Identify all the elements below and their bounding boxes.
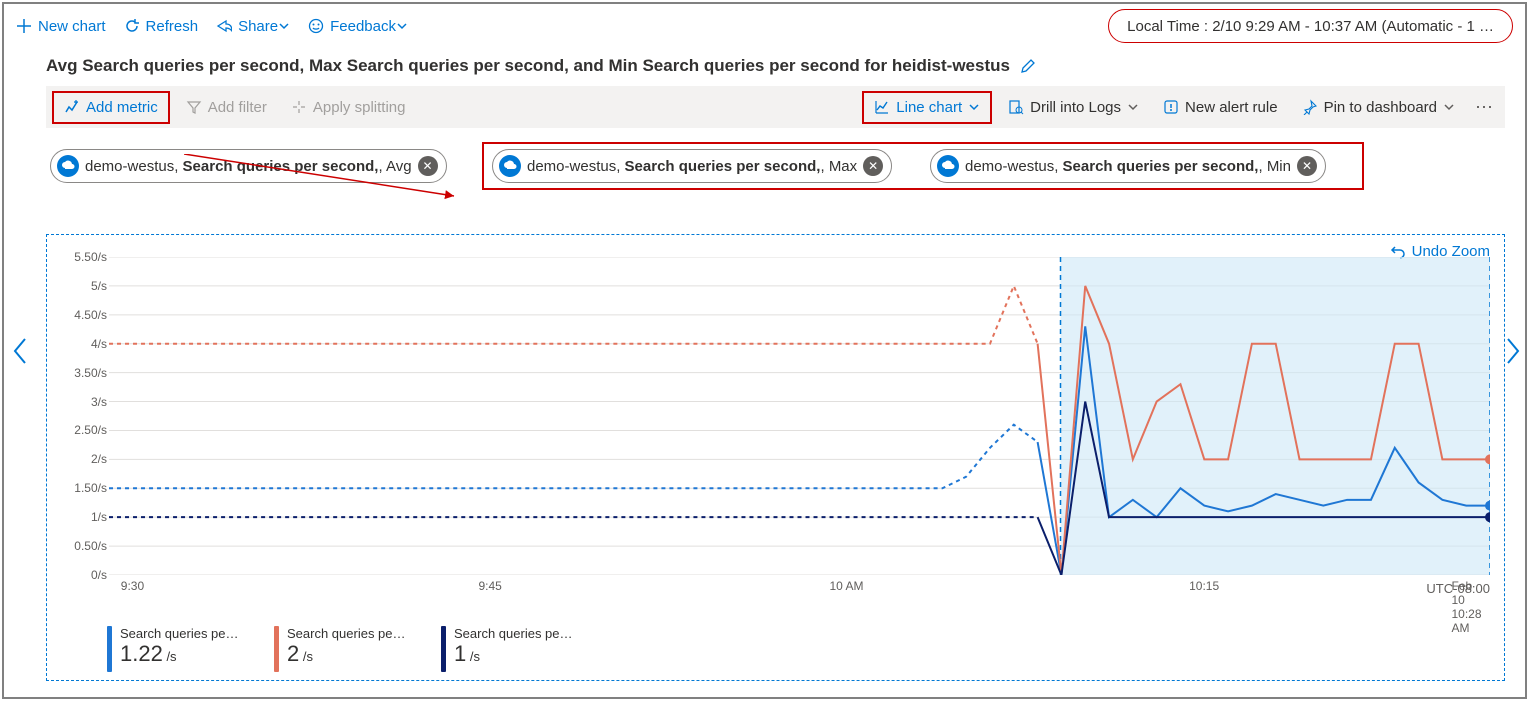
metric-pill-min[interactable]: demo-westus, Search queries per second,,…: [930, 149, 1326, 183]
new-chart-button[interactable]: New chart: [16, 18, 106, 35]
next-chart-button[interactable]: [1503, 337, 1521, 365]
refresh-label: Refresh: [146, 18, 199, 35]
legend-item[interactable]: Search queries per s...2 /s: [274, 626, 407, 672]
add-filter-label: Add filter: [208, 99, 267, 116]
legend-item[interactable]: Search queries per s...1.22 /s: [107, 626, 240, 672]
metric-pills-row: demo-westus, Search queries per second,,…: [46, 142, 1505, 190]
plot-area[interactable]: [109, 257, 1490, 575]
chevron-down-icon: [1443, 101, 1455, 113]
pin-label: Pin to dashboard: [1324, 99, 1437, 116]
refresh-icon: [124, 18, 140, 34]
y-axis-labels: 0/s0.50/s1/s1.50/s2/s2.50/s3/s3.50/s4/s4…: [59, 257, 109, 575]
resource-icon: [57, 155, 79, 177]
feedback-label: Feedback: [330, 18, 396, 35]
chart-legend: Search queries per s...1.22 /s Search que…: [107, 626, 574, 672]
pin-dashboard-button[interactable]: Pin to dashboard: [1292, 93, 1465, 122]
prev-chart-button[interactable]: [12, 337, 30, 365]
metrics-explorer-frame: New chart Refresh Share Feedback Local T…: [2, 2, 1527, 699]
time-range-pill[interactable]: Local Time : 2/10 9:29 AM - 10:37 AM (Au…: [1108, 9, 1513, 43]
remove-pill-icon[interactable]: ✕: [418, 156, 438, 176]
new-chart-label: New chart: [38, 18, 106, 35]
add-metric-label: Add metric: [86, 99, 158, 116]
resource-icon: [937, 155, 959, 177]
new-alert-label: New alert rule: [1185, 99, 1278, 116]
new-alert-rule-button[interactable]: New alert rule: [1153, 93, 1288, 122]
top-toolbar: New chart Refresh Share Feedback Local T…: [4, 4, 1525, 48]
remove-pill-icon[interactable]: ✕: [863, 156, 883, 176]
share-button[interactable]: Share: [216, 18, 290, 35]
resource-icon: [499, 155, 521, 177]
refresh-button[interactable]: Refresh: [124, 18, 199, 35]
line-chart-icon: [874, 99, 890, 115]
chart-container: Undo Zoom 0/s0.50/s1/s1.50/s2/s2.50/s3/s…: [46, 234, 1505, 681]
share-icon: [216, 18, 232, 34]
pin-icon: [1302, 99, 1318, 115]
metric-pill-max[interactable]: demo-westus, Search queries per second,,…: [492, 149, 892, 183]
remove-pill-icon[interactable]: ✕: [1297, 156, 1317, 176]
chevron-down-icon: [968, 101, 980, 113]
add-filter-button[interactable]: Add filter: [176, 93, 277, 122]
legend-item[interactable]: Search queries per s...1 /s: [441, 626, 574, 672]
chevron-down-icon: [396, 20, 408, 32]
plus-icon: [16, 18, 32, 34]
more-menu-button[interactable]: ⋯: [1469, 97, 1501, 118]
apply-splitting-label: Apply splitting: [313, 99, 406, 116]
add-metric-button[interactable]: Add metric: [52, 91, 170, 124]
chart-type-label: Line chart: [896, 99, 962, 116]
share-label: Share: [238, 18, 278, 35]
pencil-icon[interactable]: [1020, 58, 1036, 74]
apply-splitting-button[interactable]: Apply splitting: [281, 93, 416, 122]
metric-pill-avg[interactable]: demo-westus, Search queries per second,,…: [50, 149, 447, 183]
chart-type-button[interactable]: Line chart: [862, 91, 992, 124]
chart-title-row: Avg Search queries per second, Max Searc…: [4, 48, 1525, 80]
timezone-label: UTC-08:00: [1426, 581, 1490, 596]
chevron-down-icon: [1127, 101, 1139, 113]
drill-logs-label: Drill into Logs: [1030, 99, 1121, 116]
smiley-icon: [308, 18, 324, 34]
add-metric-icon: [64, 99, 80, 115]
filter-icon: [186, 99, 202, 115]
time-range-label: Local Time : 2/10 9:29 AM - 10:37 AM (Au…: [1127, 18, 1494, 35]
chart-title: Avg Search queries per second, Max Searc…: [46, 56, 1010, 76]
chevron-down-icon: [278, 20, 290, 32]
logs-icon: [1008, 99, 1024, 115]
alert-icon: [1163, 99, 1179, 115]
feedback-button[interactable]: Feedback: [308, 18, 408, 35]
splitting-icon: [291, 99, 307, 115]
drill-into-logs-button[interactable]: Drill into Logs: [998, 93, 1149, 122]
chart-toolbar: Add metric Add filter Apply splitting Li…: [46, 86, 1505, 128]
x-axis-labels: 9:309:4510 AM10:15Feb 10 10:28 AM: [109, 579, 1490, 599]
